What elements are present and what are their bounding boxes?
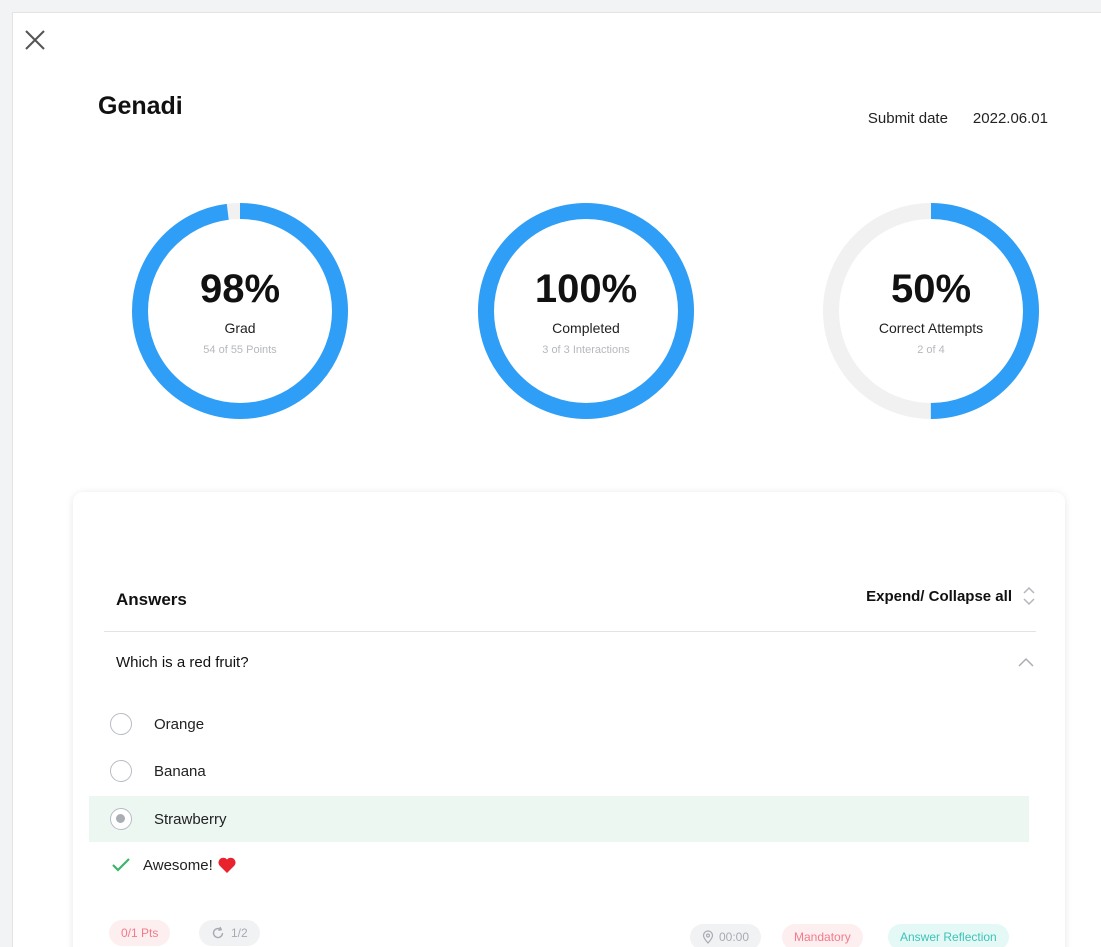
correct-attempts-value: 50% xyxy=(890,267,972,311)
completed-value: 100% xyxy=(534,267,638,311)
chevron-up-down-icon xyxy=(1023,586,1035,606)
heart-icon xyxy=(218,857,236,873)
answer-option-banana[interactable]: Banana xyxy=(89,748,1029,794)
option-label: Strawberry xyxy=(154,810,227,828)
answer-option-strawberry[interactable]: Strawberry xyxy=(89,796,1029,842)
completed-label: Completed xyxy=(552,320,620,336)
expand-collapse-all-button[interactable]: Expend/ Collapse all xyxy=(866,584,1036,608)
submit-date-info: Submit date 2022.06.01 xyxy=(868,110,1048,127)
grade-ring: 98% Grad 54 of 55 Points xyxy=(128,199,352,423)
points-badge: 0/1 Pts xyxy=(109,920,171,946)
submit-date-label: Submit date xyxy=(867,110,948,127)
collapse-question-button[interactable] xyxy=(1017,656,1035,668)
close-icon xyxy=(25,30,45,50)
radio-button[interactable] xyxy=(110,713,132,735)
grade-sub: 54 of 55 Points xyxy=(203,344,277,356)
answer-reflection-badge: Answer Reflection xyxy=(888,924,1009,947)
answer-option-orange[interactable]: Orange xyxy=(89,701,1029,747)
grade-value: 98% xyxy=(199,267,281,311)
radio-button[interactable] xyxy=(110,760,132,782)
completed-sub: 3 of 3 Interactions xyxy=(542,344,630,356)
chevron-up-icon xyxy=(1018,657,1034,667)
completed-ring: 100% Completed 3 of 3 Interactions xyxy=(474,199,698,423)
correct-attempts-sub: 2 of 4 xyxy=(917,344,945,356)
mandatory-badge: Mandatory xyxy=(782,924,863,947)
option-label: Banana xyxy=(154,762,206,780)
correct-attempts-label: Correct Attempts xyxy=(878,320,984,336)
correct-attempts-ring: 50% Correct Attempts 2 of 4 xyxy=(819,199,1043,423)
answers-title: Answers xyxy=(116,590,187,609)
grade-label: Grad xyxy=(224,320,256,336)
question-text: Which is a red fruit? xyxy=(116,654,249,671)
student-name: Genadi xyxy=(98,92,183,120)
attempts-text: 1/2 xyxy=(231,926,248,940)
time-text: 00:00 xyxy=(719,930,750,944)
answers-divider xyxy=(104,631,1036,632)
check-icon xyxy=(112,858,130,872)
answer-feedback: Awesome! xyxy=(111,856,237,874)
expand-collapse-label: Expend/ Collapse all xyxy=(866,587,1012,605)
option-label: Orange xyxy=(154,715,205,733)
answers-card: Answers Expend/ Collapse all Which is a … xyxy=(73,492,1065,947)
feedback-text: Awesome! xyxy=(143,856,213,874)
close-button[interactable] xyxy=(22,27,48,53)
location-pin-icon xyxy=(702,930,714,944)
retry-icon xyxy=(212,926,224,939)
submit-date-value: 2022.06.01 xyxy=(972,110,1048,127)
radio-button-selected[interactable] xyxy=(110,808,132,830)
attempts-badge: 1/2 xyxy=(199,920,260,946)
time-badge: 00:00 xyxy=(690,924,762,947)
